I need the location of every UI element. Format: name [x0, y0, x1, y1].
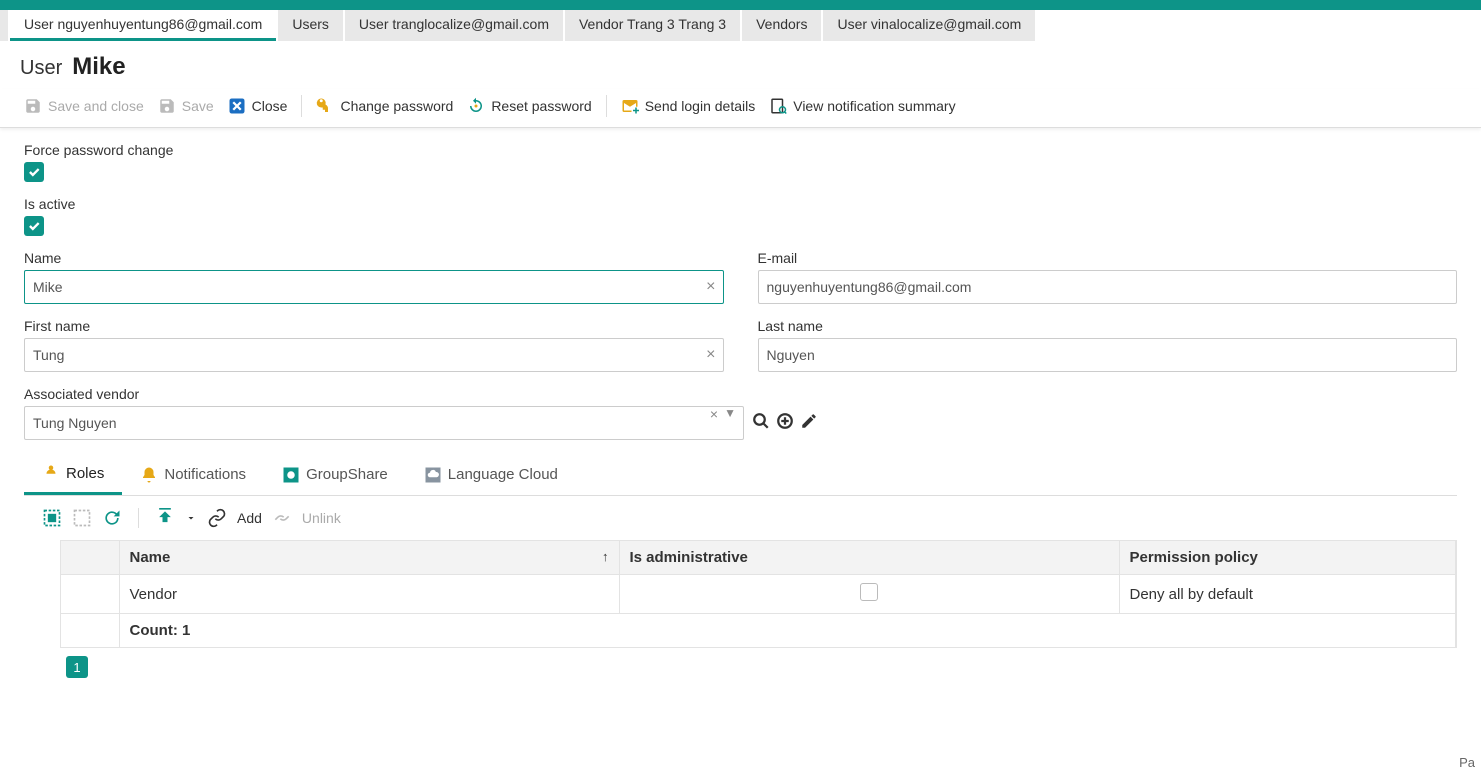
add-link-button[interactable]: Add [237, 510, 262, 526]
first-name-label: First name [24, 318, 724, 334]
export-caret-icon[interactable] [185, 508, 197, 528]
select-all-icon[interactable] [42, 508, 62, 528]
first-name-input[interactable] [24, 338, 724, 372]
email-input[interactable] [758, 270, 1458, 304]
is-admin-checkbox[interactable] [860, 583, 878, 601]
col-is-admin[interactable]: Is administrative [619, 541, 1119, 575]
email-label: E-mail [758, 250, 1458, 266]
force-password-change-label: Force password change [24, 142, 1457, 158]
groupshare-icon [282, 466, 300, 484]
cloud-icon [424, 466, 442, 484]
action-bar: Save and close Save Close Change passwor… [0, 89, 1481, 128]
sub-tab-label: Roles [66, 465, 104, 482]
tab-item[interactable]: User vinalocalize@gmail.com [823, 10, 1035, 41]
reset-password-label: Reset password [491, 98, 591, 114]
search-icon[interactable] [752, 412, 770, 435]
view-notification-summary-label: View notification summary [793, 98, 955, 114]
unlink-button: Unlink [302, 510, 341, 526]
tab-item[interactable]: User nguyenhuyentung86@gmail.com [10, 10, 276, 41]
top-app-bar [0, 0, 1481, 10]
clear-icon[interactable]: × [706, 278, 715, 296]
clear-icon[interactable]: × [710, 406, 718, 422]
sub-tab-language-cloud[interactable]: Language Cloud [406, 454, 576, 495]
close-label: Close [252, 98, 288, 114]
sub-tabs: Roles Notifications GroupShare Language … [24, 454, 1457, 496]
is-active-label: Is active [24, 196, 1457, 212]
name-input[interactable] [24, 270, 724, 304]
change-password-button[interactable]: Change password [312, 95, 457, 117]
title-name: Mike [72, 53, 125, 81]
edit-icon[interactable] [800, 412, 818, 435]
save-button: Save [154, 95, 218, 117]
tab-item[interactable]: User tranglocalize@gmail.com [345, 10, 563, 41]
unlink-icon [272, 508, 292, 528]
sub-tab-notifications[interactable]: Notifications [122, 454, 264, 495]
pager: 1 [24, 648, 1457, 686]
dropdown-caret-icon[interactable]: ▼ [724, 406, 736, 420]
separator [138, 508, 139, 528]
name-label: Name [24, 250, 724, 266]
tabs-bar: User nguyenhuyentung86@gmail.com Users U… [0, 10, 1481, 41]
count-row: Count: 1 [61, 614, 1456, 648]
table-row[interactable]: Vendor Deny all by default [61, 575, 1456, 614]
key-icon [316, 97, 334, 115]
col-policy[interactable]: Permission policy [1119, 541, 1456, 575]
count-label: Count: 1 [119, 614, 1456, 648]
sub-tab-label: GroupShare [306, 466, 388, 483]
mail-plus-icon [621, 97, 639, 115]
col-name[interactable]: Name ↑ [119, 541, 619, 575]
col-selector[interactable] [61, 541, 119, 575]
col-name-label: Name [130, 549, 171, 566]
sub-tab-roles[interactable]: Roles [24, 454, 122, 495]
sub-tab-groupshare[interactable]: GroupShare [264, 454, 406, 495]
close-icon [228, 97, 246, 115]
tab-item[interactable]: Vendors [742, 10, 821, 41]
roles-grid: Name ↑ Is administrative Permission poli… [60, 540, 1457, 648]
sub-tab-label: Language Cloud [448, 466, 558, 483]
save-icon [158, 97, 176, 115]
send-login-details-button[interactable]: Send login details [617, 95, 760, 117]
select-none-icon[interactable] [72, 508, 92, 528]
refresh-icon[interactable] [102, 508, 122, 528]
save-label: Save [182, 98, 214, 114]
send-login-details-label: Send login details [645, 98, 756, 114]
cell-is-admin [619, 575, 1119, 614]
roles-icon [42, 464, 60, 482]
cell-name: Vendor [119, 575, 619, 614]
force-password-change-checkbox[interactable] [24, 162, 44, 182]
sort-asc-icon: ↑ [602, 549, 609, 564]
page-number-button[interactable]: 1 [66, 656, 88, 678]
view-notification-summary-button[interactable]: View notification summary [765, 95, 959, 117]
title-prefix: User [20, 57, 62, 80]
export-icon[interactable] [155, 508, 175, 528]
bell-icon [140, 466, 158, 484]
tab-item[interactable]: Vendor Trang 3 Trang 3 [565, 10, 740, 41]
is-active-checkbox[interactable] [24, 216, 44, 236]
save-icon [24, 97, 42, 115]
associated-vendor-label: Associated vendor [24, 386, 1457, 402]
form-area: Force password change Is active Name × E… [0, 128, 1481, 700]
associated-vendor-input[interactable] [24, 406, 744, 440]
footer-text: Pa [1459, 755, 1475, 770]
save-and-close-label: Save and close [48, 98, 144, 114]
separator [301, 95, 302, 117]
change-password-label: Change password [340, 98, 453, 114]
notification-summary-icon [769, 97, 787, 115]
reset-password-button[interactable]: Reset password [463, 95, 595, 117]
link-icon[interactable] [207, 508, 227, 528]
clear-icon[interactable]: × [706, 346, 715, 364]
close-button[interactable]: Close [224, 95, 292, 117]
last-name-label: Last name [758, 318, 1458, 334]
cell-policy: Deny all by default [1119, 575, 1456, 614]
reset-key-icon [467, 97, 485, 115]
tab-item[interactable]: Users [278, 10, 343, 41]
last-name-input[interactable] [758, 338, 1458, 372]
grid-toolbar: Add Unlink [24, 496, 1457, 540]
add-icon[interactable] [776, 412, 794, 435]
save-and-close-button: Save and close [20, 95, 148, 117]
page-title: User Mike [0, 41, 1481, 89]
sub-tab-label: Notifications [164, 466, 246, 483]
separator [606, 95, 607, 117]
